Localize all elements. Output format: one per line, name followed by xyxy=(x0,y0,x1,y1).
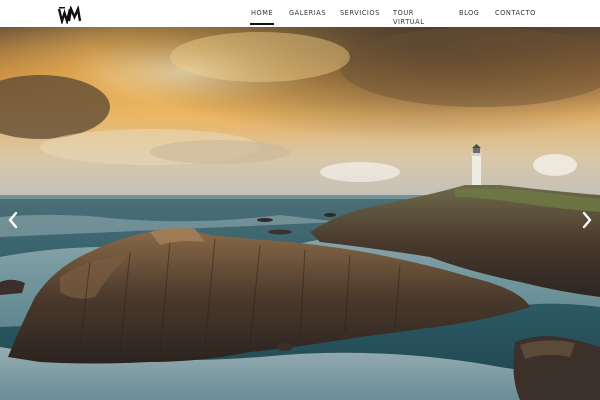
nav-item-galerias[interactable]: GALERIAS xyxy=(289,9,326,18)
chevron-left-icon[interactable] xyxy=(5,210,21,230)
nav-item-blog[interactable]: BLOG xyxy=(459,9,479,18)
chevron-right-icon[interactable] xyxy=(579,210,595,230)
nav-item-servicios[interactable]: SERVICIOS xyxy=(340,9,380,18)
nav-item-tour-virtual[interactable]: TOUR VIRTUAL xyxy=(393,9,427,27)
site-header: HOME GALERIAS SERVICIOS TOUR VIRTUAL BLO… xyxy=(0,0,600,27)
nav-item-home[interactable]: HOME xyxy=(249,9,275,25)
nav-item-contacto[interactable]: CONTACTO xyxy=(495,9,536,18)
hero-image-lighthouse-coast xyxy=(0,27,600,400)
hero-slider xyxy=(0,27,600,400)
wm-logo-icon[interactable] xyxy=(58,6,82,24)
